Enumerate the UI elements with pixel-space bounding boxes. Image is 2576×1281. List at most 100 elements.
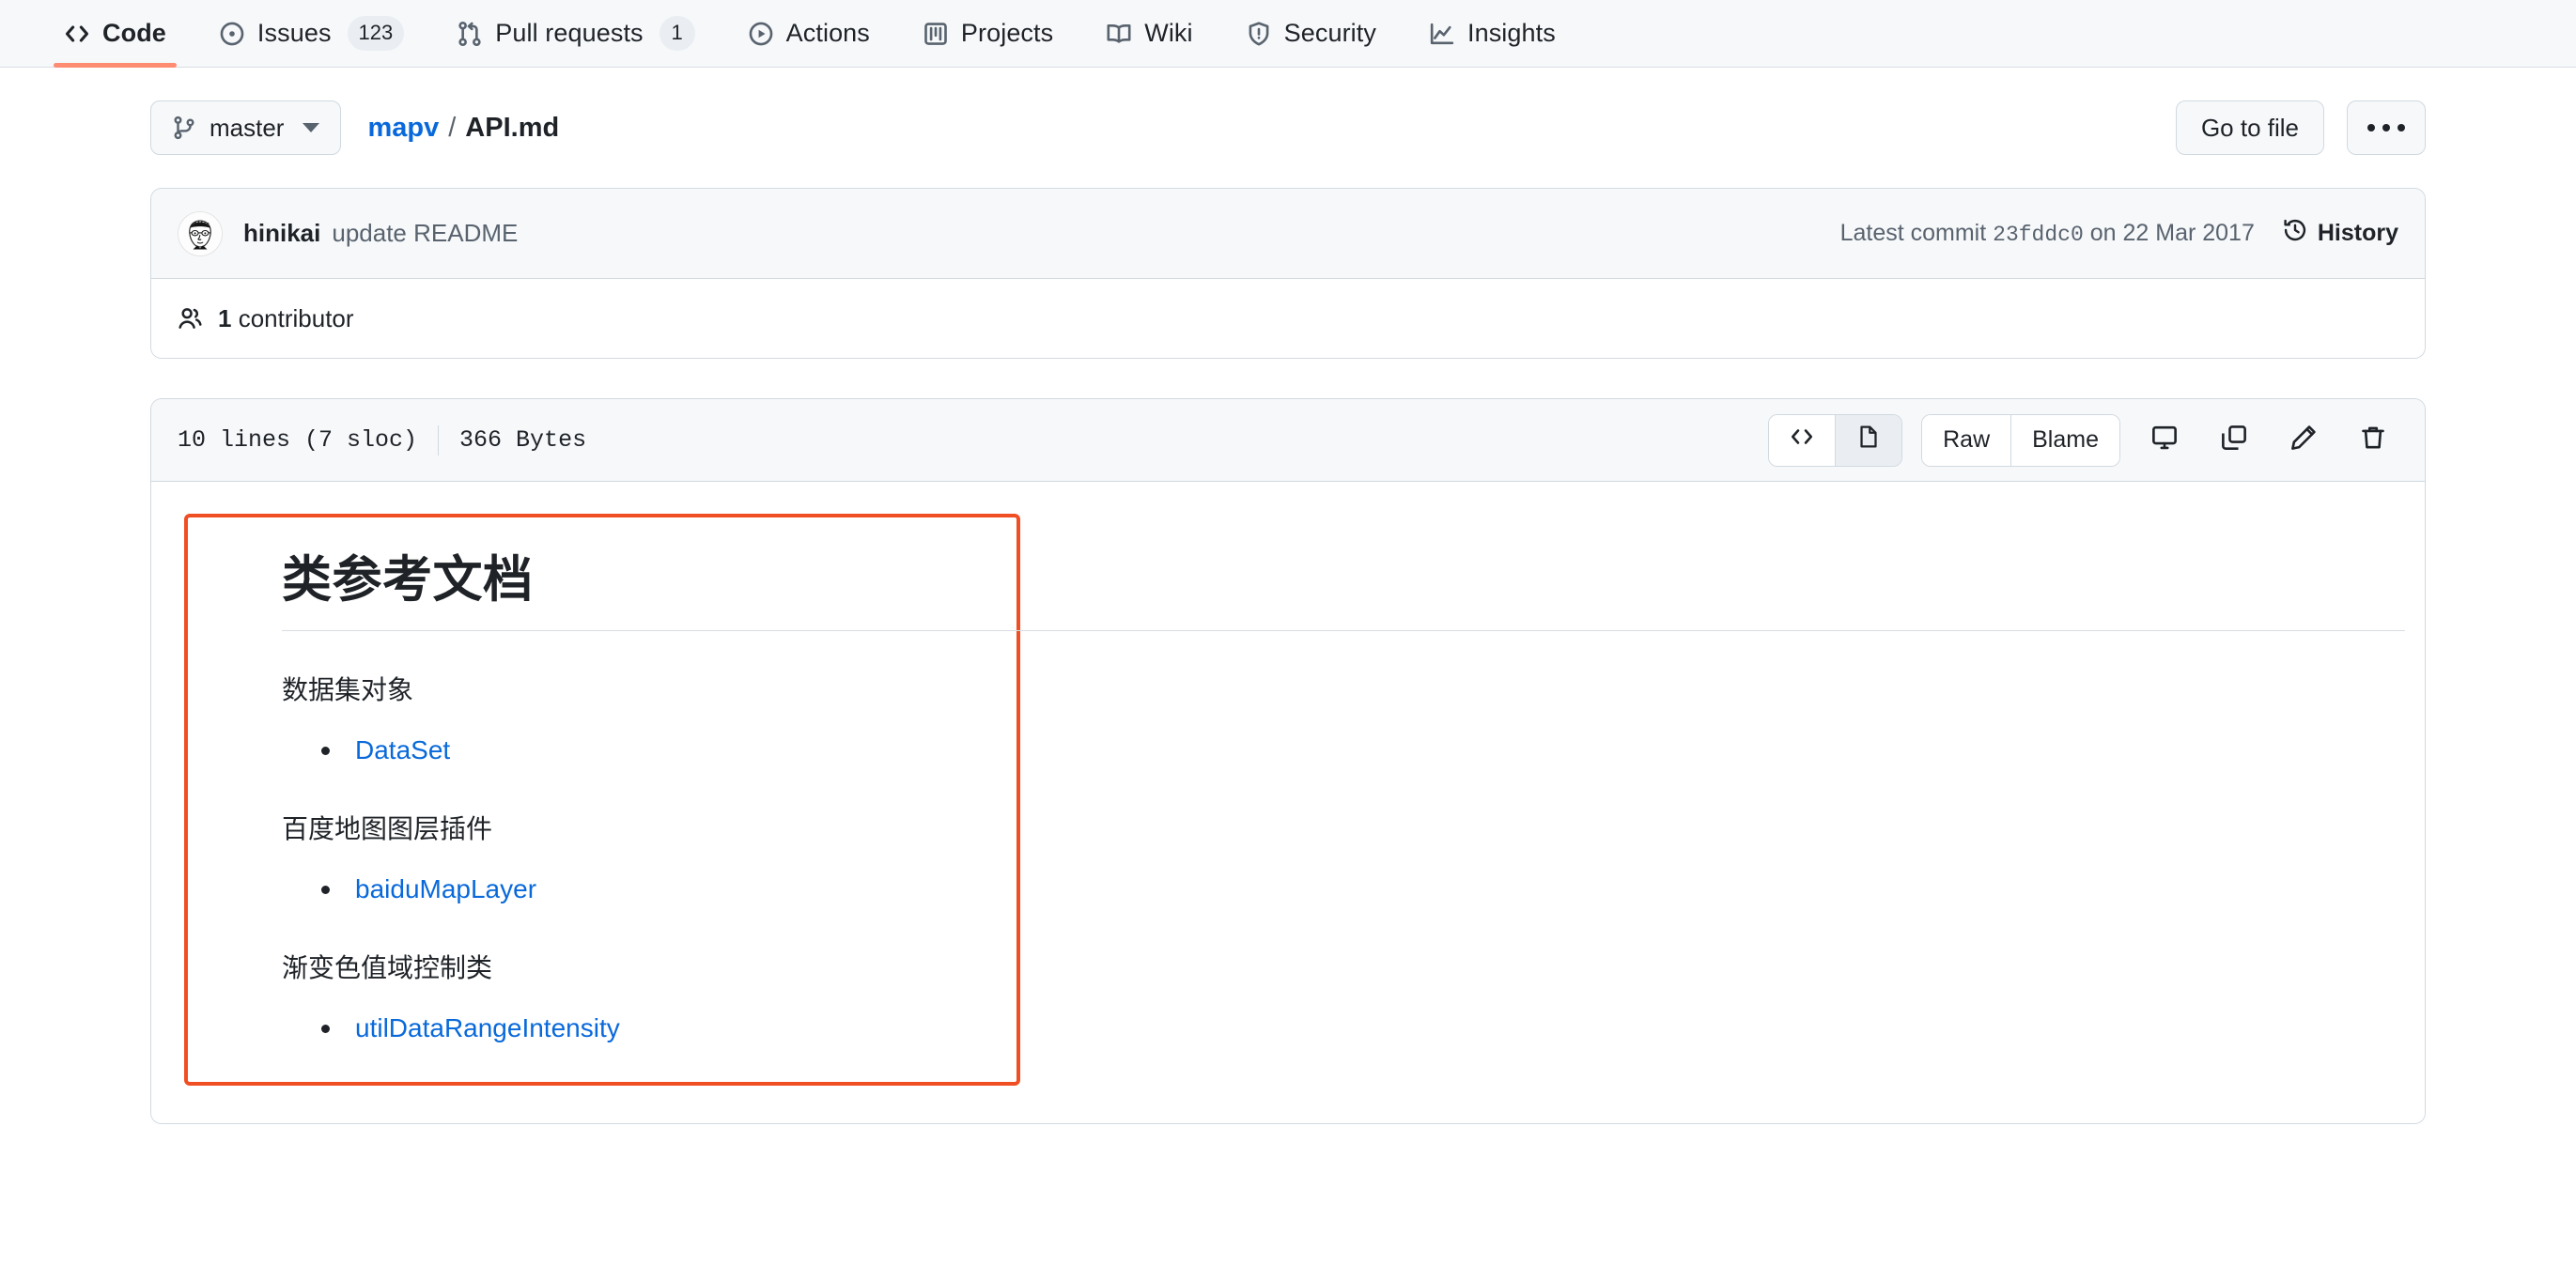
- file-meta: 10 lines (7 sloc) 366 Bytes: [178, 424, 587, 455]
- latest-commit-row: hinikai update README Latest commit 23fd…: [151, 189, 2425, 279]
- latest-commit-text: Latest commit 23fddc0 on 22 Mar 2017: [1840, 220, 2255, 247]
- markdown-link[interactable]: utilDataRangeIntensity: [355, 1013, 620, 1042]
- chevron-down-icon: [303, 123, 320, 132]
- edit-file-button[interactable]: [2278, 415, 2329, 466]
- view-mode-toggle: [1768, 413, 1903, 467]
- trash-icon: [2359, 424, 2387, 456]
- branch-selector-button[interactable]: master: [150, 100, 342, 155]
- markdown-link[interactable]: baiduMapLayer: [355, 874, 536, 903]
- commit-sha[interactable]: 23fddc0: [1993, 223, 2084, 247]
- nav-item-projects[interactable]: Projects: [896, 0, 1079, 67]
- delete-file-button[interactable]: [2348, 415, 2398, 466]
- commit-author-link[interactable]: hinikai: [243, 219, 320, 248]
- latest-commit-card: hinikai update README Latest commit 23fd…: [150, 188, 2426, 359]
- breadcrumb-file-name: API.md: [465, 112, 560, 143]
- commit-message[interactable]: update README: [332, 219, 518, 248]
- issues-count-badge: 123: [347, 16, 405, 51]
- copy-raw-content-button[interactable]: [2209, 415, 2259, 466]
- code-view-button[interactable]: [1769, 414, 1837, 466]
- breadcrumb-repo-link[interactable]: mapv: [367, 113, 439, 144]
- git-branch-icon: [172, 116, 196, 140]
- commit-date: 22 Mar 2017: [2122, 220, 2255, 246]
- nav-item-security[interactable]: Security: [1219, 0, 1403, 67]
- contributors-row: 1 contributor: [151, 279, 2425, 358]
- list-item: utilDataRangeIntensity: [321, 1009, 1016, 1048]
- display-icon: [2150, 424, 2179, 456]
- graph-icon: [1429, 21, 1455, 47]
- nav-item-label: Projects: [960, 19, 1054, 47]
- nav-item-label: Insights: [1466, 19, 1556, 47]
- markdown-heading: 类参考文档: [282, 552, 534, 608]
- file-toolbar: 10 lines (7 sloc) 366 Bytes Raw Blame: [151, 399, 2425, 482]
- raw-button[interactable]: Raw: [1922, 414, 2012, 466]
- pencil-icon: [2289, 424, 2318, 456]
- kebab-dot-icon: [2367, 124, 2375, 131]
- toolbar-divider: [438, 424, 440, 455]
- code-icon: [64, 21, 90, 47]
- section-title: 百度地图图层插件: [282, 814, 493, 844]
- commit-date-prefix: on: [2089, 220, 2117, 246]
- section-list: baiduMapLayer: [282, 849, 1016, 909]
- highlight-annotation-box: 类参考文档 数据集对象 DataSet 百度地图图层插件 baiduMapLay…: [184, 514, 2405, 1087]
- nav-item-wiki[interactable]: Wiki: [1079, 0, 1218, 67]
- issue-opened-icon: [219, 21, 245, 47]
- repo-nav: Code Issues 123 Pull requests 1 Actions …: [0, 0, 2576, 68]
- play-icon: [748, 21, 774, 47]
- section-title: 渐变色值域控制类: [282, 953, 493, 983]
- preview-view-button[interactable]: [1836, 414, 1902, 466]
- markdown-body-wrap: 类参考文档 数据集对象 DataSet 百度地图图层插件 baiduMapLay…: [151, 482, 2425, 1124]
- nav-item-label: Pull requests: [495, 19, 644, 47]
- breadcrumb: mapv / API.md: [367, 113, 559, 144]
- file-card: 10 lines (7 sloc) 366 Bytes Raw Blame 类参…: [150, 398, 2426, 1125]
- history-label: History: [2317, 220, 2398, 246]
- section-list: utilDataRangeIntensity: [282, 988, 1016, 1048]
- nav-item-pull-requests[interactable]: Pull requests 1: [430, 0, 721, 67]
- nav-item-code[interactable]: Code: [38, 0, 193, 68]
- commit-meta: Latest commit 23fddc0 on 22 Mar 2017 His…: [1840, 218, 2398, 249]
- contributors-label: contributor: [238, 303, 354, 332]
- branch-name: master: [209, 113, 285, 142]
- shield-icon: [1246, 21, 1272, 47]
- repo-nav-list: Code Issues 123 Pull requests 1 Actions …: [38, 0, 1582, 68]
- copy-icon: [2220, 424, 2248, 456]
- page-body: master mapv / API.md Go to file hinikai …: [0, 68, 2576, 1125]
- go-to-file-button[interactable]: Go to file: [2175, 100, 2324, 155]
- list-item: DataSet: [321, 731, 1016, 770]
- markdown-body: 类参考文档 数据集对象 DataSet 百度地图图层插件 baiduMapLay…: [188, 549, 2405, 1048]
- nav-item-label: Issues: [256, 19, 332, 47]
- file-toolbar-actions: Raw Blame: [1768, 413, 2398, 467]
- pull-requests-count-badge: 1: [659, 16, 695, 51]
- kebab-dot-icon: [2398, 124, 2405, 131]
- list-item: baiduMapLayer: [321, 870, 1016, 909]
- file-size: 366 Bytes: [459, 426, 587, 454]
- git-pull-request-icon: [457, 21, 483, 47]
- open-symbols-panel-button[interactable]: [2139, 415, 2190, 466]
- file-line-count: 10 lines (7 sloc): [178, 426, 418, 454]
- blame-button[interactable]: Blame: [2011, 414, 2119, 466]
- section-list: DataSet: [282, 710, 1016, 770]
- section-title: 数据集对象: [282, 675, 414, 705]
- project-icon: [923, 21, 949, 47]
- file-icon: [1856, 424, 1881, 455]
- kebab-dot-icon: [2382, 124, 2390, 131]
- nav-item-label: Actions: [785, 19, 870, 47]
- contributors-count: 1: [218, 303, 232, 332]
- nav-item-label: Code: [102, 19, 166, 47]
- nav-item-insights[interactable]: Insights: [1403, 0, 1582, 67]
- contributors-link[interactable]: 1 contributor: [218, 304, 354, 333]
- nav-item-issues[interactable]: Issues 123: [193, 0, 430, 67]
- markdown-link[interactable]: DataSet: [355, 735, 450, 764]
- breadcrumb-separator: /: [448, 112, 457, 143]
- file-header-row: master mapv / API.md Go to file: [150, 68, 2426, 188]
- more-options-button[interactable]: [2347, 100, 2426, 155]
- people-icon: [178, 306, 203, 332]
- latest-commit-prefix: Latest commit: [1839, 220, 1987, 246]
- raw-blame-toggle: Raw Blame: [1921, 413, 2120, 467]
- nav-item-label: Wiki: [1144, 19, 1193, 47]
- history-link[interactable]: History: [2283, 218, 2398, 249]
- book-icon: [1106, 21, 1132, 47]
- nav-item-label: Security: [1283, 19, 1376, 47]
- avatar[interactable]: [178, 210, 223, 256]
- nav-item-actions[interactable]: Actions: [722, 0, 896, 67]
- code-icon: [1790, 424, 1814, 455]
